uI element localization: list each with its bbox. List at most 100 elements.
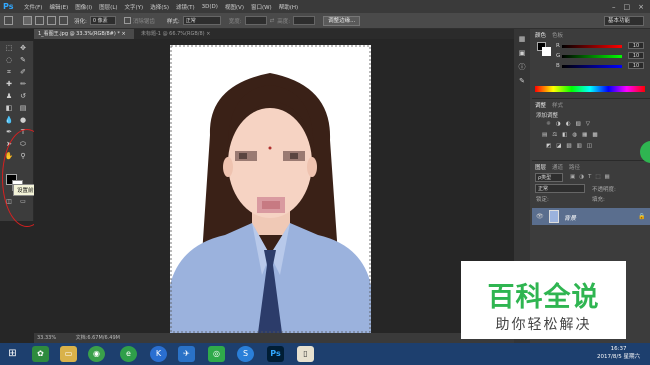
new-selection-icon[interactable] [23,16,32,25]
menu-filter[interactable]: 滤镜(T) [176,3,195,11]
blur-tool-icon[interactable]: 💧 [4,116,14,125]
minimize-icon[interactable]: – [612,3,616,11]
menu-bar: Ps 文件(F) 编辑(E) 图像(I) 图层(L) 文字(Y) 选择(S) 滤… [0,0,650,13]
workspace-select[interactable]: 基本功能 [604,15,644,26]
menu-file[interactable]: 文件(F) [24,3,42,11]
adjustment-icons-row-3[interactable]: ◩◪▧▥◫ [546,143,597,149]
tab-channels[interactable]: 通道 [552,163,563,171]
color-bg-swatch[interactable] [542,47,551,56]
width-input[interactable] [244,16,267,25]
tab-styles[interactable]: 样式 [552,101,563,109]
adjustment-icons-row-1[interactable]: ☼◑◐▨▽ [546,121,595,127]
menu-select[interactable]: 选择(S) [150,3,169,11]
taskbar-clock[interactable]: 16:37 2017/8/5 星期六 [597,345,640,361]
maximize-icon[interactable]: □ [624,3,631,11]
crop-tool-icon[interactable]: ⌗ [4,68,14,77]
tab-label: 1_看图王.jpg @ 33.3%(RGB/8#) * [38,31,120,37]
marquee-tool-icon[interactable]: ⬚ [4,44,14,53]
menu-image[interactable]: 图像(I) [75,3,92,11]
app-icon-7[interactable]: ◎ [208,346,225,362]
info-panel-icon[interactable]: ⓘ [517,63,527,72]
healing-brush-tool-icon[interactable]: ✚ [4,80,14,89]
menu-help[interactable]: 帮助(H) [279,3,298,11]
red-value[interactable]: 10 [628,42,644,49]
tab-paths[interactable]: 路径 [569,163,580,171]
layer-name[interactable]: 背景 [564,213,576,222]
menu-window[interactable]: 窗口(W) [251,3,272,11]
zoom-level[interactable]: 33.33% [37,335,56,341]
windows-taskbar: ⊞ ✿ ▭ ◉ e K ✈ ◎ S Ps ▯ 16:37 2017/8/5 星期… [0,343,650,365]
menu-3d[interactable]: 3D(D) [202,4,218,10]
close-icon[interactable]: × [638,3,644,11]
gradient-tool-icon[interactable]: ▤ [18,104,28,113]
tab-label: 未标题-1 @ 66.7%(RGB/8) [141,31,205,37]
quick-select-tool-icon[interactable]: ✎ [18,56,28,65]
blue-value[interactable]: 10 [628,62,644,69]
lasso-tool-icon[interactable]: ◌ [4,56,14,65]
portrait-photo[interactable] [170,45,371,333]
brush-tool-icon[interactable]: ✏ [18,80,28,89]
color-spectrum[interactable] [535,86,645,92]
history-brush-tool-icon[interactable]: ↺ [18,92,28,101]
app-icon-1[interactable]: ✿ [32,346,49,362]
app-icon-10[interactable]: ▯ [297,346,314,362]
channel-label: R [556,43,560,49]
menu-type[interactable]: 文字(Y) [125,3,144,11]
menu-layer[interactable]: 图层(L) [99,3,117,11]
lock-icon: 🔒 [638,213,646,220]
menu-view[interactable]: 视图(V) [225,3,244,11]
app-icon-8[interactable]: S [237,346,254,362]
adjustment-icons-row-2[interactable]: ▤⚖◧◍▦▩ [542,132,603,138]
app-icon-4[interactable]: e [120,346,137,362]
blend-mode-select[interactable]: 正常 [535,184,585,193]
tab-adjustments[interactable]: 调整 [535,101,546,109]
fill-label: 填充: [592,197,605,203]
file-explorer-icon[interactable]: ▭ [60,346,77,362]
marquee-tool-preset-icon[interactable] [4,16,13,25]
adjustments-title: 添加调整 [536,113,559,119]
app-icon-3[interactable]: ◉ [88,346,105,362]
app-icon-6[interactable]: ✈ [178,346,195,362]
tab-close-icon[interactable]: × [206,31,210,37]
tab-layers[interactable]: 图层 [535,163,546,171]
blue-slider[interactable] [562,65,622,68]
clock-time: 16:37 [610,346,627,352]
visibility-eye-icon[interactable]: 👁 [536,213,544,220]
green-value[interactable]: 10 [628,52,644,59]
red-slider[interactable] [562,45,622,48]
feather-input[interactable]: 0 像素 [89,16,116,25]
watermark-title: 百科全说 [487,282,600,313]
layer-row[interactable]: 👁 背景 🔒 [532,208,650,225]
history-panel-icon[interactable]: ▦ [517,35,527,44]
canvas-area[interactable] [34,39,514,333]
tab-color[interactable]: 颜色 [535,31,546,39]
swap-icon[interactable]: ⇄ [270,18,275,24]
pen-tool-icon[interactable]: ✒ [4,128,14,137]
layer-filter-icons[interactable]: ▣◑T⬚▦ [570,174,614,180]
clone-stamp-tool-icon[interactable]: ♟ [4,92,14,101]
photoshop-taskbar-icon[interactable]: Ps [267,346,284,362]
height-input[interactable] [293,16,316,25]
tab-swatches[interactable]: 色板 [552,31,563,39]
menu-edit[interactable]: 编辑(E) [49,3,68,11]
watermark: 百科全说 助你轻松解决 [461,261,626,339]
tab-document-2[interactable]: 未标题-1 @ 66.7%(RGB/8) × [137,29,227,39]
refine-edge-button[interactable]: 调整边缘... [323,15,361,26]
style-select[interactable]: 正常 [182,16,221,25]
intersect-selection-icon[interactable] [59,16,68,25]
subtract-selection-icon[interactable] [47,16,56,25]
tab-document-1[interactable]: 1_看图王.jpg @ 33.3%(RGB/8#) * × [34,29,134,39]
layer-kind-filter[interactable]: ρ类型 [535,173,563,182]
properties-panel-icon[interactable]: ▣ [517,49,527,58]
dodge-tool-icon[interactable]: ● [18,116,28,125]
eraser-tool-icon[interactable]: ◧ [4,104,14,113]
brush-panel-icon[interactable]: ✎ [517,77,527,86]
antialias-checkbox[interactable] [123,17,131,24]
start-button-icon[interactable]: ⊞ [4,346,21,362]
move-tool-icon[interactable]: ✥ [18,44,28,53]
eyedropper-tool-icon[interactable]: ✐ [18,68,28,77]
app-icon-5[interactable]: K [150,346,167,362]
green-slider[interactable] [562,55,622,58]
tab-close-icon[interactable]: × [122,31,126,37]
add-selection-icon[interactable] [35,16,44,25]
